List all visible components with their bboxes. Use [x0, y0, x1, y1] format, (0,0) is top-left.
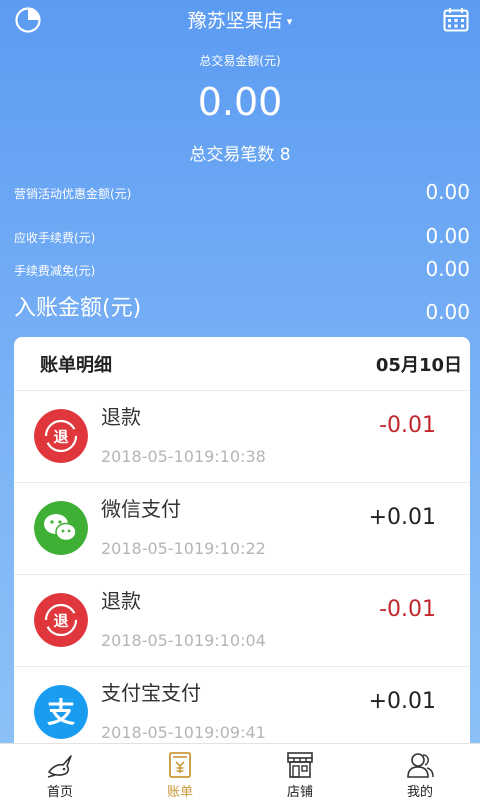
stat-row-credited-amount: 入账金额(元) 0.00	[14, 296, 470, 324]
transaction-time: 2018-05-1019:10:04	[101, 631, 266, 650]
nav-item-home[interactable]: 首页	[0, 744, 120, 801]
nav-label: 我的	[406, 785, 433, 800]
transaction-amount: +0.01	[368, 689, 436, 714]
refund-badge: 退	[53, 428, 68, 446]
store-selector[interactable]: 豫苏坚果店 ▾	[0, 6, 480, 33]
total-count-label: 总交易笔数	[189, 145, 275, 165]
bill-title: 账单明细	[40, 355, 112, 376]
nav-item-mine[interactable]: 我的	[360, 744, 480, 801]
bird-icon	[47, 755, 72, 778]
transaction-amount: -0.01	[379, 413, 436, 438]
bill-icon	[169, 752, 191, 778]
store-name: 豫苏坚果店	[187, 10, 283, 32]
total-amount-label: 总交易金额(元)	[199, 54, 281, 68]
bill-header: 账单明细 05月10日	[14, 337, 470, 387]
stat-value: 0.00	[425, 224, 470, 248]
wechat-pay-icon	[34, 501, 88, 555]
transaction-row[interactable]: 支 支付宝支付 2018-05-1019:09:41 +0.01	[14, 666, 470, 743]
nav-item-store[interactable]: 店铺	[240, 744, 360, 801]
total-count: 总交易笔数 8	[0, 140, 480, 165]
refund-badge: 退	[53, 612, 68, 630]
stat-label: 应收手续费(元)	[14, 231, 96, 245]
total-amount-value: 0.00	[197, 80, 283, 124]
bottom-nav: 首页 账单 店铺 我的	[0, 743, 480, 801]
alipay-icon: 支	[34, 685, 88, 739]
stat-row-marketing-discount: 营销活动优惠金额(元) 0.00	[14, 176, 470, 204]
refund-icon: 退	[34, 593, 88, 647]
nav-label: 店铺	[286, 785, 313, 800]
transaction-row[interactable]: 退 退款 2018-05-1019:10:38 -0.01	[14, 390, 470, 483]
calendar-icon[interactable]	[442, 6, 470, 34]
stat-row-fee-waiver: 手续费减免(元) 0.00	[14, 253, 470, 281]
transaction-amount: +0.01	[368, 505, 436, 530]
transaction-name: 退款	[101, 405, 141, 429]
stat-value: 0.00	[425, 257, 470, 281]
bill-date[interactable]: 05月10日	[376, 351, 462, 377]
nav-label: 账单	[166, 785, 193, 800]
stat-value: 0.00	[425, 300, 470, 324]
top-bar: 豫苏坚果店 ▾	[0, 0, 480, 40]
transaction-name: 退款	[101, 589, 141, 613]
nav-label: 首页	[46, 785, 73, 800]
transaction-name: 支付宝支付	[101, 681, 201, 705]
total-count-value: 8	[279, 145, 291, 165]
nav-item-bill[interactable]: 账单	[120, 744, 240, 801]
transaction-row[interactable]: 退 退款 2018-05-1019:10:04 -0.01	[14, 574, 470, 667]
stat-value: 0.00	[425, 180, 470, 204]
stat-label: 手续费减免(元)	[14, 264, 96, 278]
alipay-badge: 支	[47, 696, 75, 729]
refund-icon: 退	[34, 409, 88, 463]
bill-detail-card: 账单明细 05月10日 退 退款 2018-05-1019:10:38 -0.0…	[14, 337, 470, 743]
user-icon	[407, 753, 434, 778]
store-icon	[287, 752, 313, 778]
transaction-row[interactable]: 微信支付 2018-05-1019:10:22 +0.01	[14, 482, 470, 575]
transaction-time: 2018-05-1019:10:38	[101, 447, 266, 466]
stat-label: 入账金额(元)	[14, 296, 142, 321]
transaction-amount: -0.01	[379, 597, 436, 622]
stat-row-receivable-fee: 应收手续费(元) 0.00	[14, 220, 470, 248]
stat-label: 营销活动优惠金额(元)	[14, 187, 132, 201]
chevron-down-icon: ▾	[286, 15, 293, 28]
transaction-time: 2018-05-1019:09:41	[101, 723, 266, 742]
transaction-time: 2018-05-1019:10:22	[101, 539, 266, 558]
transaction-name: 微信支付	[101, 497, 181, 521]
